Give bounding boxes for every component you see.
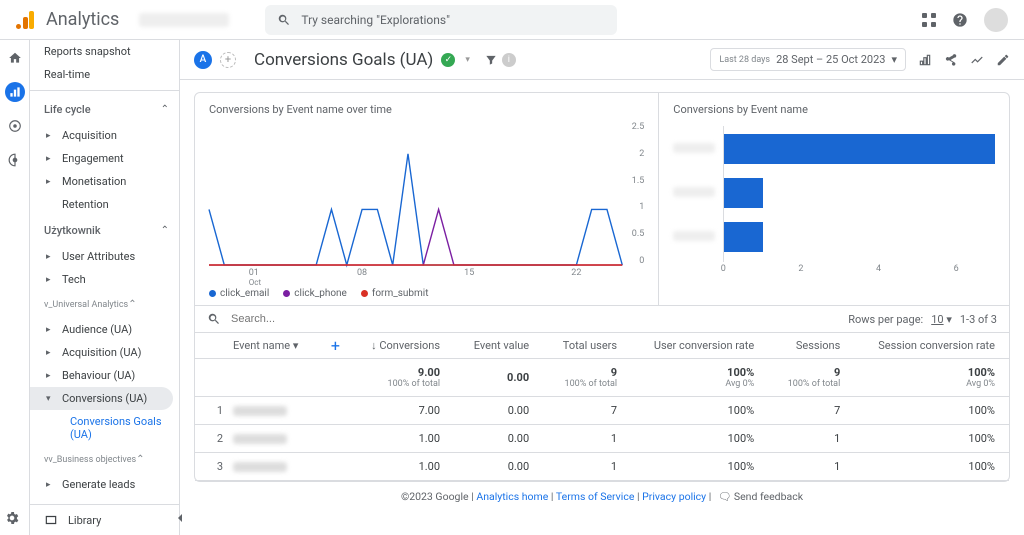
home-icon[interactable] — [5, 48, 25, 68]
sidebar-item-realtime[interactable]: Real-time — [30, 63, 179, 86]
chevron-right-icon: ▸ — [46, 252, 56, 262]
share-icon[interactable] — [944, 53, 958, 67]
sidebar-collapse-button[interactable] — [172, 510, 188, 529]
info-icon[interactable]: i — [502, 53, 516, 67]
send-feedback-link[interactable]: Send feedback — [734, 490, 803, 503]
rows-per-page-select[interactable]: 10 ▾ — [931, 313, 952, 326]
sidebar-item-onlinesales[interactable]: ▸Drive online sales — [30, 496, 179, 501]
sidebar-item-conversions-ua[interactable]: ▾Conversions (UA) — [30, 387, 173, 410]
chevron-right-icon: ▸ — [46, 371, 56, 381]
date-range-picker[interactable]: Last 28 days 28 Sept – 25 Oct 2023 ▾ — [710, 48, 906, 71]
chevron-up-icon: ⌃ — [128, 299, 136, 310]
column-header[interactable]: User conversion rate — [631, 333, 768, 359]
user-avatar[interactable] — [984, 8, 1008, 32]
chevron-right-icon: ▸ — [46, 348, 56, 358]
chevron-up-icon: ⌃ — [136, 454, 144, 465]
customise-report-icon[interactable] — [918, 53, 932, 67]
chevron-up-icon: ⌃ — [161, 104, 169, 115]
sidebar-section-ua[interactable]: v_Universal Analytics⌃ — [30, 291, 179, 318]
nav-rail — [0, 40, 30, 535]
chevron-right-icon: ▸ — [46, 154, 56, 164]
chart-title-left: Conversions by Event name over time — [209, 103, 644, 116]
library-button[interactable]: Library — [30, 504, 179, 535]
line-chart: 2.521.510.50 01Oct081522 — [209, 122, 644, 282]
chevron-up-icon: ⌃ — [161, 225, 169, 236]
column-header[interactable]: Total users — [543, 333, 631, 359]
page-footer: ©2023 Google | Analytics home | Terms of… — [194, 482, 1010, 507]
chevron-right-icon: ▸ — [46, 177, 56, 187]
table-row[interactable]: 2 1.000.001100%1100% — [195, 425, 1009, 453]
pagination-info: 1-3 of 3 — [960, 313, 997, 326]
add-segment-button[interactable]: + — [220, 52, 236, 68]
sidebar-item-snapshot[interactable]: Reports snapshot — [30, 40, 179, 63]
sidebar-item-userattrs[interactable]: ▸User Attributes — [30, 245, 179, 268]
advertising-icon[interactable] — [5, 150, 25, 170]
account-selector[interactable] — [139, 13, 229, 27]
column-header[interactable]: ↓ Conversions — [350, 333, 454, 359]
help-icon[interactable] — [952, 12, 968, 28]
table-row[interactable]: 1 7.000.007100%7100% — [195, 397, 1009, 425]
chart-title-right: Conversions by Event name — [673, 103, 995, 116]
sidebar-item-engagement[interactable]: ▸Engagement — [30, 147, 179, 170]
sidebar-section-biz[interactable]: vv_Business objectives⌃ — [30, 446, 179, 473]
table-row[interactable]: 3 1.000.001100%1100% — [195, 453, 1009, 481]
chevron-down-icon: ▾ — [46, 394, 56, 404]
sidebar-item-tech[interactable]: ▸Tech — [30, 268, 179, 291]
column-header[interactable]: Sessions — [768, 333, 854, 359]
sidebar-item-retention[interactable]: ▸Retention — [30, 193, 179, 216]
column-header[interactable]: Event name ▾ — [195, 333, 320, 359]
footer-link[interactable]: Privacy policy — [642, 490, 706, 503]
sidebar-item-conversions-goals-ua[interactable]: Conversions Goals (UA) — [30, 410, 179, 446]
add-column-button[interactable]: + — [331, 336, 340, 355]
insights-icon[interactable] — [970, 53, 984, 67]
page-title: Conversions Goals (UA) — [254, 50, 433, 70]
search-icon — [207, 312, 221, 326]
chevron-right-icon: ▸ — [46, 480, 56, 490]
footer-link[interactable]: Analytics home — [476, 490, 548, 503]
column-header[interactable]: Event value — [454, 333, 543, 359]
ga-logo-icon — [16, 11, 34, 29]
report-sidebar: Reports snapshot Real-time Life cycle⌃ ▸… — [30, 40, 180, 535]
chevron-down-icon[interactable]: ▾ — [465, 55, 470, 65]
rows-per-page-label: Rows per page: — [848, 313, 923, 326]
explore-icon[interactable] — [5, 116, 25, 136]
chevron-left-icon — [172, 510, 188, 526]
brand-text: Analytics — [46, 9, 119, 30]
chevron-down-icon: ▾ — [891, 53, 897, 66]
filter-icon[interactable] — [484, 53, 498, 67]
report-header: A + Conversions Goals (UA) ✓ ▾ i Last 28… — [180, 40, 1024, 80]
library-icon — [44, 513, 58, 527]
sidebar-item-leads[interactable]: ▸Generate leads — [30, 473, 179, 496]
sidebar-section-user[interactable]: Użytkownik⌃ — [30, 216, 179, 245]
bar-chart: 0246 — [673, 122, 995, 282]
column-header[interactable]: Session conversion rate — [854, 333, 1009, 359]
chevron-right-icon: ▸ — [46, 275, 56, 285]
search-placeholder: Try searching "Explorations" — [301, 13, 450, 27]
sidebar-item-audience-ua[interactable]: ▸Audience (UA) — [30, 318, 179, 341]
chevron-right-icon: ▸ — [46, 131, 56, 141]
data-table: Event name ▾ + ↓ Conversions Event value… — [195, 332, 1009, 481]
settings-icon[interactable] — [4, 510, 20, 529]
sidebar-section-lifecycle[interactable]: Life cycle⌃ — [30, 95, 179, 124]
apps-icon[interactable] — [922, 13, 936, 27]
sidebar-item-monetisation[interactable]: ▸Monetisation — [30, 170, 179, 193]
status-check-icon[interactable]: ✓ — [441, 53, 455, 67]
footer-link[interactable]: Terms of Service — [556, 490, 635, 503]
global-search[interactable]: Try searching "Explorations" — [265, 5, 617, 35]
reports-icon[interactable] — [5, 82, 25, 102]
search-icon — [277, 13, 291, 27]
segment-chip-all-users[interactable]: A — [194, 51, 212, 69]
chevron-right-icon: ▸ — [46, 325, 56, 335]
table-search-input[interactable] — [229, 312, 840, 326]
chart-legend: click_email click_phone form_submit — [209, 288, 644, 299]
sidebar-item-acquisition-ua[interactable]: ▸Acquisition (UA) — [30, 341, 179, 364]
sidebar-item-acquisition[interactable]: ▸Acquisition — [30, 124, 179, 147]
sidebar-item-behaviour-ua[interactable]: ▸Behaviour (UA) — [30, 364, 179, 387]
edit-icon[interactable] — [996, 53, 1010, 67]
